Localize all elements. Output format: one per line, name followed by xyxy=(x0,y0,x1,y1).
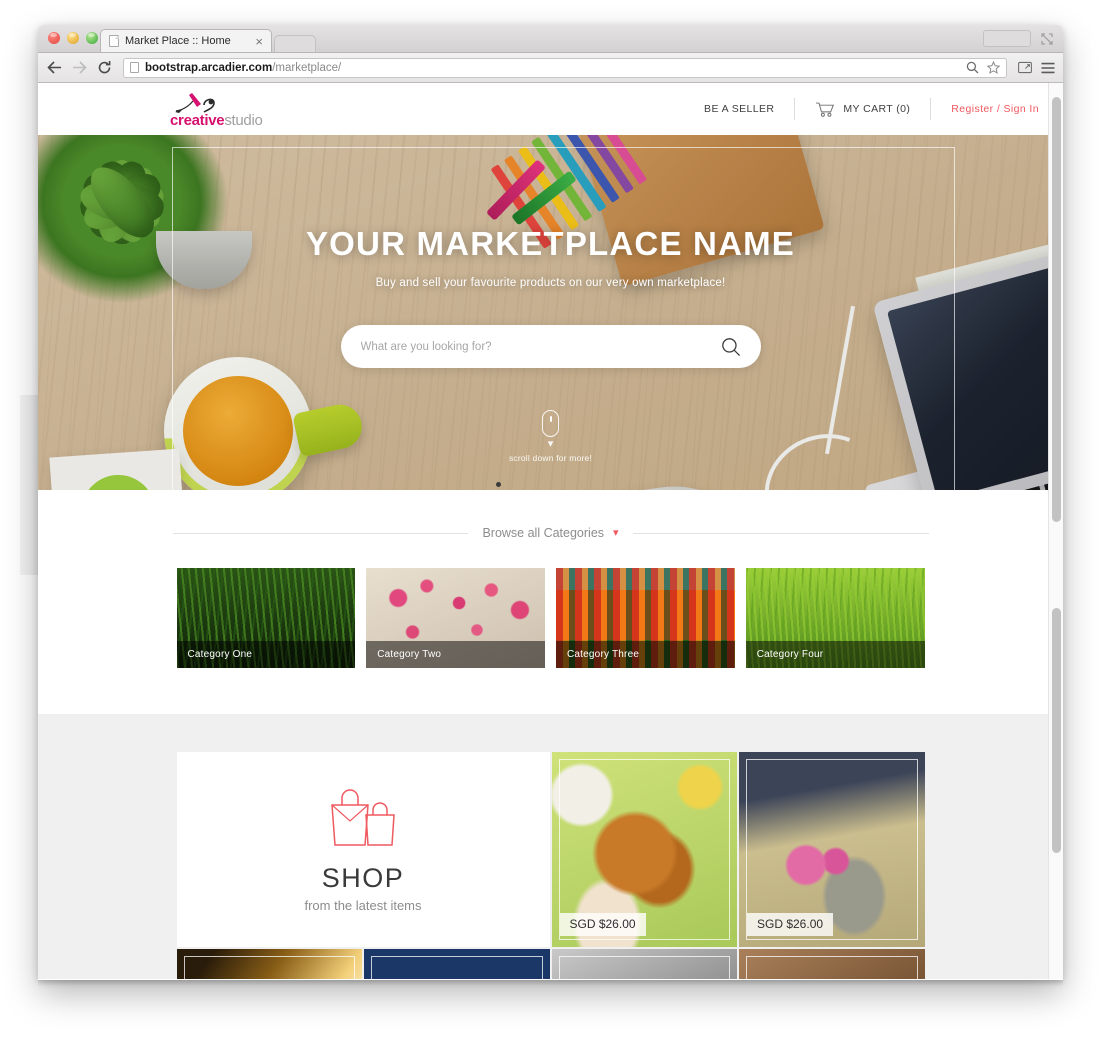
product-tile[interactable] xyxy=(176,949,362,979)
header-nav: BE A SELLER MY CART (0) Register / Sign … xyxy=(684,96,1041,122)
product-tile[interactable] xyxy=(364,949,550,979)
scroll-hint-label: scroll down for more! xyxy=(508,453,593,463)
window-controls xyxy=(983,30,1053,47)
hero-content: YOUR MARKETPLACE NAME Buy and sell your … xyxy=(38,135,1063,490)
product-tile[interactable]: SGD $26.00 xyxy=(739,752,925,947)
page-favicon-icon xyxy=(109,35,119,47)
url-domain: bootstrap.arcadier.com xyxy=(145,61,273,74)
divider-right xyxy=(632,532,929,534)
product-image xyxy=(364,949,550,979)
browser-toolbar: bootstrap.arcadier.com/marketplace/ xyxy=(38,53,1063,83)
scroll-hint[interactable]: ▾ scroll down for more! xyxy=(509,410,592,463)
browse-label-text: Browse all Categories xyxy=(482,526,605,540)
chevron-down-icon: ▾ xyxy=(613,526,619,539)
shop-intro-panel: SHOP from the latest items xyxy=(176,752,550,947)
hero-search-bar[interactable] xyxy=(340,325,761,368)
back-arrow-icon[interactable] xyxy=(46,60,62,76)
logo-wordmark: creativestudio xyxy=(170,113,278,128)
category-label: Category One xyxy=(176,641,356,668)
hamburger-menu-icon[interactable] xyxy=(1041,61,1055,75)
shop-section: SHOP from the latest items SGD $26.00 SG… xyxy=(38,714,1063,979)
window-bottom-shadow xyxy=(38,980,1063,986)
page-scrollbar[interactable] xyxy=(1048,83,1063,979)
my-cart-label: MY CART (0) xyxy=(843,103,911,115)
logo-brush-icon xyxy=(170,91,278,113)
star-icon[interactable] xyxy=(986,61,1000,75)
scrollbar-thumb[interactable] xyxy=(1052,97,1061,522)
address-bar[interactable]: bootstrap.arcadier.com/marketplace/ xyxy=(123,57,1007,78)
category-tile[interactable]: Category Three xyxy=(556,568,735,668)
product-image xyxy=(176,949,362,979)
shop-grid-row-two xyxy=(176,949,925,979)
product-price: SGD $26.00 xyxy=(559,913,646,936)
scrollbar-thumb-secondary[interactable] xyxy=(1052,608,1061,853)
page-info-icon xyxy=(130,62,139,73)
search-icon[interactable] xyxy=(721,337,741,357)
search-input[interactable] xyxy=(360,340,721,353)
tab-title: Market Place :: Home xyxy=(125,35,231,47)
shopping-cart-icon xyxy=(816,102,835,117)
toolbar-placeholder-box xyxy=(983,30,1031,47)
product-tile[interactable] xyxy=(739,949,925,979)
category-grid: Category One Category Two Category Three… xyxy=(176,568,925,668)
search-icon[interactable] xyxy=(965,61,979,75)
product-tile[interactable] xyxy=(551,949,737,979)
close-tab-icon[interactable]: × xyxy=(251,35,263,48)
forward-arrow-icon[interactable] xyxy=(71,60,87,76)
product-tile[interactable]: SGD $26.00 xyxy=(551,752,737,947)
divider-left xyxy=(172,532,469,534)
browse-all-categories-button[interactable]: Browse all Categories ▾ xyxy=(482,526,618,540)
product-price: SGD $26.00 xyxy=(747,913,834,936)
category-tile[interactable]: Category One xyxy=(176,568,356,668)
my-cart-link[interactable]: MY CART (0) xyxy=(795,96,930,122)
categories-section: Browse all Categories ▾ Category One Cat… xyxy=(38,490,1063,714)
category-label: Category Two xyxy=(366,641,545,668)
browser-titlebar: Market Place :: Home × xyxy=(38,25,1063,53)
browser-window: Market Place :: Home × bootstrap.arcadie… xyxy=(38,25,1063,980)
be-a-seller-label: BE A SELLER xyxy=(704,103,775,115)
window-traffic-lights[interactable] xyxy=(48,32,98,44)
shopping-bags-icon xyxy=(331,788,395,846)
hero-banner: YOUR MARKETPLACE NAME Buy and sell your … xyxy=(38,135,1063,490)
category-label: Category Four xyxy=(745,641,925,668)
close-window-button[interactable] xyxy=(48,32,60,44)
product-image xyxy=(739,949,925,979)
shop-title: SHOP xyxy=(321,862,405,893)
shop-grid: SHOP from the latest items SGD $26.00 SG… xyxy=(176,752,925,947)
mouse-scroll-icon xyxy=(542,410,559,437)
register-signin-label: Register / Sign In xyxy=(951,103,1039,115)
fullscreen-expand-icon[interactable] xyxy=(1041,32,1053,45)
register-signin-link[interactable]: Register / Sign In xyxy=(931,96,1041,122)
hero-subtitle: Buy and sell your favourite products on … xyxy=(375,277,726,289)
be-a-seller-link[interactable]: BE A SELLER xyxy=(684,96,794,122)
site-logo[interactable]: creativestudio xyxy=(170,91,278,128)
hero-title: YOUR MARKETPLACE NAME xyxy=(305,225,796,262)
category-label: Category Three xyxy=(556,641,735,668)
browse-categories-row: Browse all Categories ▾ xyxy=(172,526,929,540)
category-tile[interactable]: Category Four xyxy=(745,568,925,668)
browser-tab[interactable]: Market Place :: Home × xyxy=(100,29,272,52)
url-path: /marketplace/ xyxy=(272,61,342,74)
shop-subtitle: from the latest items xyxy=(304,897,422,913)
omnibox-icons xyxy=(965,61,1000,75)
product-image xyxy=(551,949,737,979)
new-tab-button[interactable] xyxy=(274,35,316,52)
category-tile[interactable]: Category Two xyxy=(366,568,545,668)
page-viewport: creativestudio BE A SELLER MY CART (0) R… xyxy=(38,83,1063,979)
reload-icon[interactable] xyxy=(96,60,112,76)
maximize-window-button[interactable] xyxy=(86,32,98,44)
minimize-window-button[interactable] xyxy=(67,32,79,44)
url-text: bootstrap.arcadier.com/marketplace/ xyxy=(145,62,341,74)
chevron-down-icon: ▾ xyxy=(547,438,554,450)
cast-icon[interactable] xyxy=(1018,61,1032,75)
site-header: creativestudio BE A SELLER MY CART (0) R… xyxy=(38,83,1063,135)
